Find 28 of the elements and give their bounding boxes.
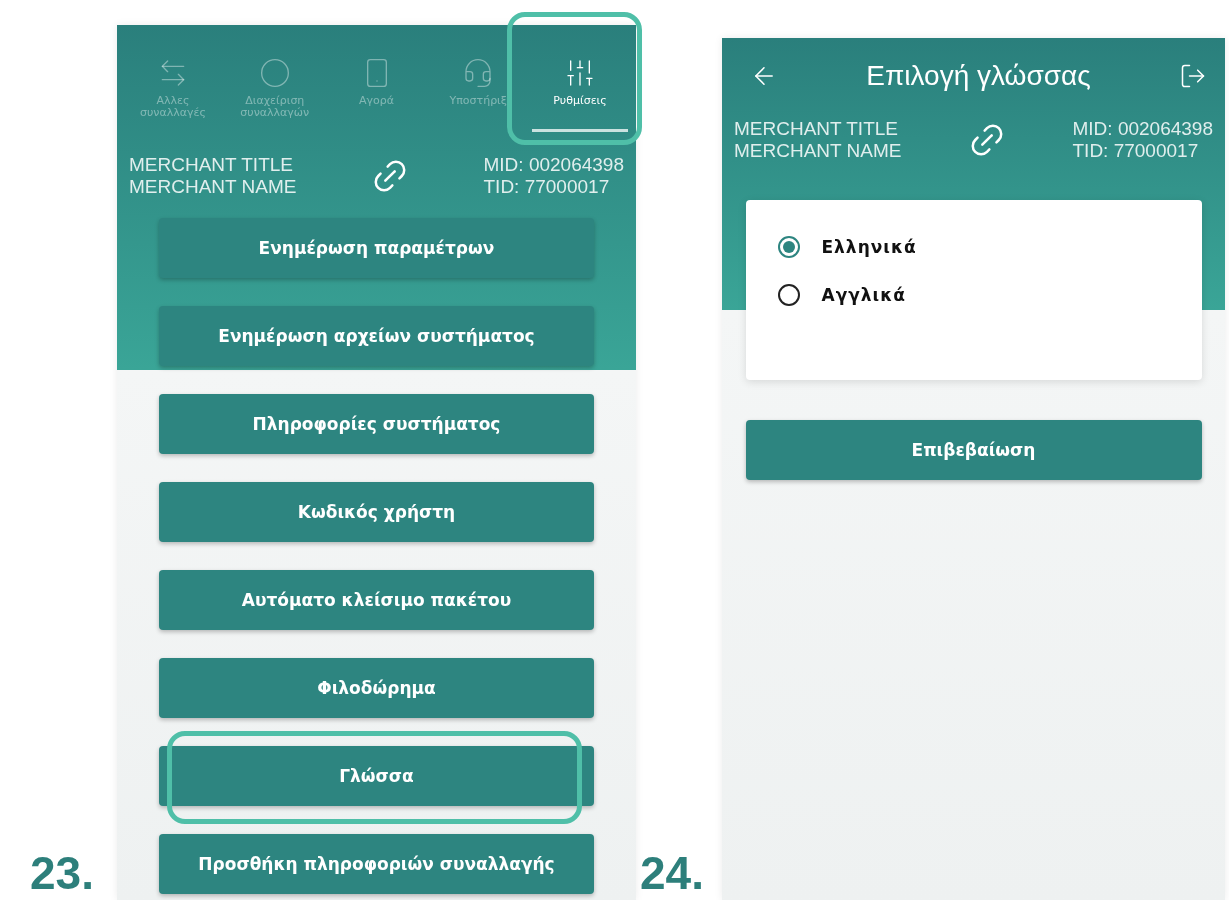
menu-button[interactable]: Πληροφορίες συστήματος (159, 394, 594, 455)
menu-button[interactable]: Αυτόματο κλείσιμο πακέτου (159, 570, 594, 631)
menu-button[interactable]: Ενημέρωση παραμέτρων (159, 218, 594, 279)
radio-button[interactable] (777, 284, 800, 306)
menu-button[interactable]: Προσθήκη πληροφοριών συναλλαγής (159, 834, 594, 895)
exit-icon[interactable] (1179, 62, 1207, 90)
confirm-button[interactable]: Επιβεβαίωση (745, 420, 1202, 480)
circle-icon (258, 57, 291, 89)
nav-tab[interactable]: Ρυθμίσεις (532, 57, 628, 133)
option-label: Ελληνικά (821, 237, 917, 257)
merchant-id: MID: 002064398 (483, 154, 624, 177)
menu-button[interactable]: Κωδικός χρήστη (159, 482, 594, 543)
radio-button[interactable] (777, 236, 800, 258)
merchant-name: MERCHANT NAME (129, 176, 297, 199)
screen-title: Επιλογή γλώσσας (866, 60, 1091, 92)
terminal-id: TID: 77000017 (483, 176, 611, 199)
merchant-title: MERCHANT TITLE (129, 154, 294, 177)
merchant-id: MID: 002064398 (1072, 118, 1213, 140)
menu-button[interactable]: Ενημέρωση αρχείων συστήματος (159, 306, 594, 367)
option-label: Αγγλικά (821, 285, 906, 305)
menu-button[interactable]: Γλώσσα (159, 746, 594, 807)
menu-button[interactable]: Φιλοδώρημα (159, 658, 594, 719)
merchant-name: MERCHANT NAME (734, 140, 902, 162)
step-number: 24. (639, 850, 705, 900)
sliders-icon (564, 57, 596, 89)
step-number: 23. (29, 850, 95, 900)
terminal-id: TID: 77000017 (1072, 140, 1200, 162)
merchant-title: MERCHANT TITLE (734, 118, 899, 140)
